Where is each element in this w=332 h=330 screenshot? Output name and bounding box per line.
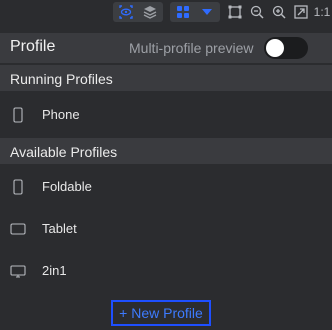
crop-icon[interactable] (225, 2, 245, 22)
zoom-in-icon[interactable] (269, 2, 289, 22)
multi-profile-label: Multi-profile preview (129, 40, 254, 56)
list-item-foldable[interactable]: Foldable (0, 167, 332, 207)
multi-profile-toggle[interactable] (264, 37, 308, 59)
list-item-2in1[interactable]: 2in1 (0, 251, 332, 291)
dropdown-icon[interactable] (196, 2, 218, 22)
zoom-out-icon[interactable] (247, 2, 267, 22)
list-item-label: 2in1 (42, 263, 67, 278)
phone-icon (13, 107, 23, 123)
list-item-label: Phone (42, 107, 80, 122)
toggle-knob (266, 39, 284, 57)
list-item-label: Tablet (42, 221, 77, 236)
section-label: Running Profiles (10, 71, 113, 87)
list-item-phone[interactable]: Phone (0, 95, 332, 135)
eye-frame-icon[interactable] (115, 2, 137, 22)
grid-icon[interactable] (172, 2, 194, 22)
list-item-tablet[interactable]: Tablet (0, 209, 332, 249)
layers-icon[interactable] (139, 2, 161, 22)
ratio-label: 1:1 (313, 5, 331, 19)
monitor-icon (10, 265, 26, 278)
list-item-label: Foldable (42, 179, 92, 194)
new-profile-button[interactable]: + New Profile (111, 300, 211, 326)
profile-header: Profile Multi-profile preview (0, 33, 332, 63)
tablet-icon (10, 223, 26, 235)
toolbar: 1:1 (0, 0, 332, 26)
profile-panel: 1:1 Profile Multi-profile preview Runnin… (0, 0, 332, 330)
ratio-icon[interactable]: 1:1 (312, 2, 332, 22)
panel-title: Profile (10, 38, 56, 55)
available-profiles-heading: Available Profiles (0, 137, 332, 164)
fit-screen-icon[interactable] (291, 2, 311, 22)
foldable-icon (13, 179, 23, 195)
section-label: Available Profiles (10, 144, 118, 160)
running-profiles-heading: Running Profiles (0, 64, 332, 91)
